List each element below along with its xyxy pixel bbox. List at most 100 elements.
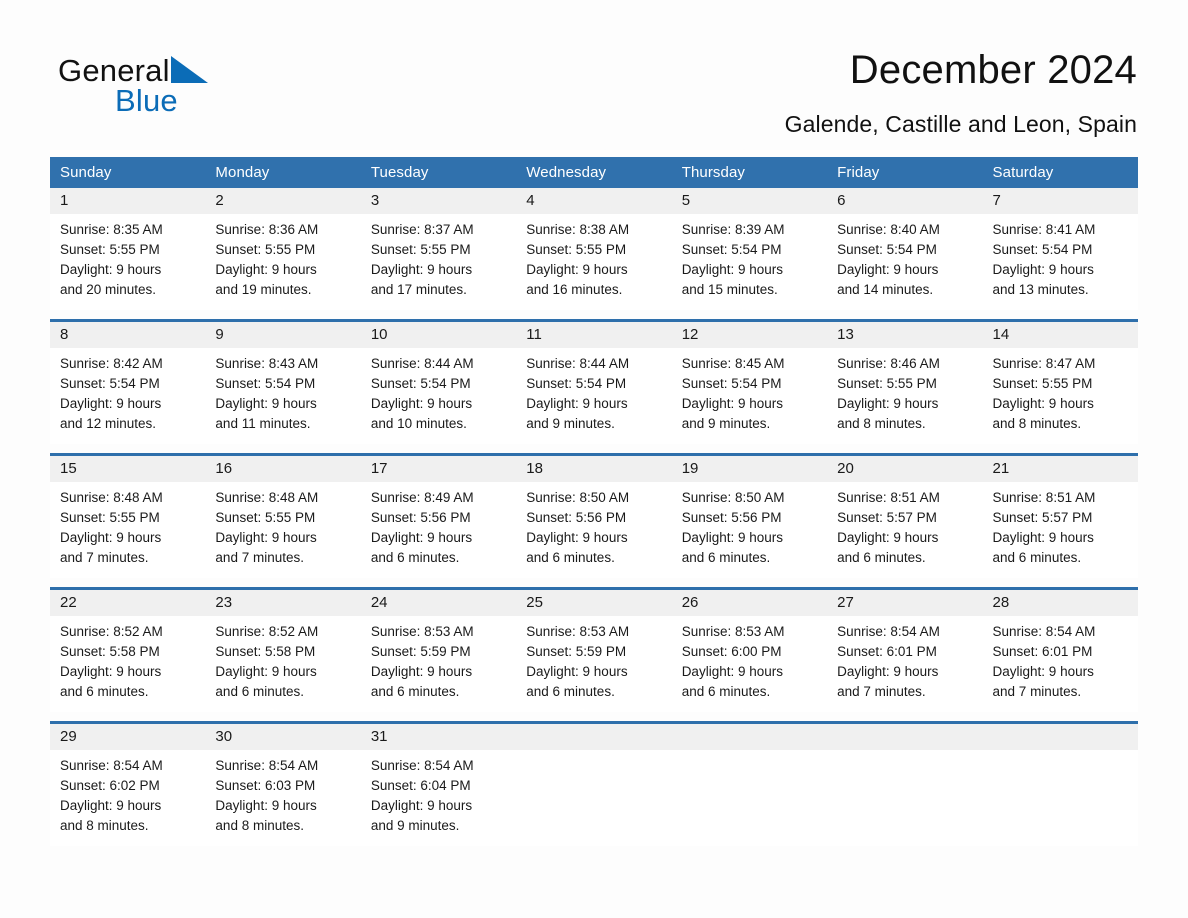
sunrise-text: Sunrise: 8:53 AM [526,624,630,639]
sunset-text: Sunset: 5:57 PM [837,510,937,525]
sunrise-text: Sunrise: 8:38 AM [526,222,630,237]
day-details: Sunrise: 8:54 AM Sunset: 6:02 PM Daylight:… [50,750,205,836]
day-number: 10 [360,322,517,348]
day-cell[interactable]: 22 Sunrise: 8:52 AM Sunset: 5:58 PM Dayligh… [50,590,206,712]
sunrise-text: Sunrise: 8:48 AM [215,490,319,505]
general-blue-logo[interactable]: General Blue [58,54,318,138]
day-cell[interactable]: 5 Sunrise: 8:39 AM Sunset: 5:54 PM Daylight… [671,188,828,310]
week-row: 15 Sunrise: 8:48 AM Sunset: 5:55 PM Dayligh… [50,453,1138,578]
day-cell[interactable]: 2 Sunrise: 8:36 AM Sunset: 5:55 PM Daylight… [205,188,361,310]
day-number: 29 [50,724,206,750]
day-cell[interactable]: 26 Sunrise: 8:53 AM Sunset: 6:00 PM Dayligh… [671,590,828,712]
day-details: Sunrise: 8:48 AM Sunset: 5:55 PM Daylight:… [50,482,205,568]
day-details: Sunrise: 8:42 AM Sunset: 5:54 PM Daylight:… [50,348,205,434]
sunset-text: Sunset: 6:00 PM [681,644,782,659]
day-cell[interactable]: 13 Sunrise: 8:46 AM Sunset: 5:55 PM Dayligh… [827,322,983,444]
day-cell[interactable]: 20 Sunrise: 8:51 AM Sunset: 5:57 PM Dayligh… [827,456,983,578]
weekday-saturday: Saturday [992,164,1054,181]
calendar-page: General Blue December 2024 Galende, Cast… [0,0,1188,918]
day-number: 11 [516,322,672,348]
sunset-text: Sunset: 5:56 PM [526,510,627,525]
day-number: 16 [205,456,361,482]
day-cell[interactable]: 3 Sunrise: 8:37 AM Sunset: 5:55 PM Daylight… [360,188,517,310]
sunrise-text: Sunrise: 8:44 AM [370,356,474,371]
day-cell[interactable]: 19 Sunrise: 8:50 AM Sunset: 5:56 PM Dayligh… [671,456,828,578]
day-number [827,724,983,750]
daylight-text-line1: Daylight: 9 hours [992,664,1094,679]
day-cell[interactable]: 1 Sunrise: 8:35 AM Sunset: 5:55 PM Daylight… [50,188,206,310]
sunrise-text: Sunrise: 8:53 AM [681,624,785,639]
day-details: Sunrise: 8:40 AM Sunset: 5:54 PM Daylight:… [827,214,982,300]
day-cell[interactable]: 11 Sunrise: 8:44 AM Sunset: 5:54 PM Dayligh… [516,322,672,444]
daylight-text-line1: Daylight: 9 hours [370,396,473,411]
day-details: Sunrise: 8:37 AM Sunset: 5:55 PM Daylight:… [361,214,516,300]
day-details: Sunrise: 8:51 AM Sunset: 5:57 PM Daylight:… [983,482,1138,568]
day-cell-empty [671,724,828,846]
day-number [671,724,828,750]
day-details: Sunrise: 8:54 AM Sunset: 6:04 PM Daylight:… [361,750,516,836]
daylight-text-line2: and 8 minutes. [837,416,926,431]
sunset-text: Sunset: 5:54 PM [370,376,471,391]
day-cell[interactable]: 30 Sunrise: 8:54 AM Sunset: 6:03 PM Dayligh… [205,724,361,846]
day-cell-empty [982,724,1138,846]
day-cell[interactable]: 4 Sunrise: 8:38 AM Sunset: 5:55 PM Daylight… [516,188,672,310]
day-cell[interactable]: 9 Sunrise: 8:43 AM Sunset: 5:54 PM Daylight… [205,322,361,444]
day-cell[interactable]: 6 Sunrise: 8:40 AM Sunset: 5:54 PM Daylight… [827,188,983,310]
day-details: Sunrise: 8:53 AM Sunset: 6:00 PM Daylight:… [672,616,827,702]
daylight-text-line1: Daylight: 9 hours [526,262,628,277]
day-cell[interactable]: 23 Sunrise: 8:52 AM Sunset: 5:58 PM Dayligh… [205,590,361,712]
day-cell[interactable]: 14 Sunrise: 8:47 AM Sunset: 5:55 PM Dayligh… [982,322,1138,444]
sunset-text: Sunset: 6:01 PM [837,644,937,659]
weekday-friday: Friday [837,164,880,181]
day-cell[interactable]: 8 Sunrise: 8:42 AM Sunset: 5:54 PM Daylight… [50,322,206,444]
day-number: 21 [982,456,1138,482]
daylight-text-line1: Daylight: 9 hours [681,396,783,411]
day-number: 30 [205,724,361,750]
day-cell[interactable]: 15 Sunrise: 8:48 AM Sunset: 5:55 PM Dayligh… [50,456,206,578]
daylight-text-line2: and 6 minutes. [837,550,926,565]
sunset-text: Sunset: 5:58 PM [60,644,160,659]
day-number: 4 [516,188,672,214]
day-cell[interactable]: 27 Sunrise: 8:54 AM Sunset: 6:01 PM Dayligh… [827,590,983,712]
weekday-header-row: Sunday Monday Tuesday Wednesday Thursday… [50,157,1138,188]
sunset-text: Sunset: 5:58 PM [215,644,316,659]
day-cell[interactable]: 31 Sunrise: 8:54 AM Sunset: 6:04 PM Dayligh… [360,724,517,846]
daylight-text-line2: and 8 minutes. [60,818,149,833]
day-details: Sunrise: 8:52 AM Sunset: 5:58 PM Daylight:… [50,616,205,702]
page-title: December 2024 [849,48,1137,92]
day-number: 9 [205,322,361,348]
day-cell[interactable]: 10 Sunrise: 8:44 AM Sunset: 5:54 PM Dayligh… [360,322,517,444]
triangle-logo-icon [170,56,208,83]
sunrise-text: Sunrise: 8:54 AM [837,624,940,639]
day-cell[interactable]: 12 Sunrise: 8:45 AM Sunset: 5:54 PM Dayligh… [671,322,828,444]
daylight-text-line1: Daylight: 9 hours [837,530,939,545]
day-details: Sunrise: 8:43 AM Sunset: 5:54 PM Daylight:… [205,348,360,434]
day-cell[interactable]: 18 Sunrise: 8:50 AM Sunset: 5:56 PM Dayligh… [516,456,672,578]
sunrise-text: Sunrise: 8:36 AM [215,222,319,237]
day-number: 7 [982,188,1138,214]
daylight-text-line2: and 6 minutes. [992,550,1082,565]
day-cell[interactable]: 17 Sunrise: 8:49 AM Sunset: 5:56 PM Dayligh… [360,456,517,578]
day-cell[interactable]: 7 Sunrise: 8:41 AM Sunset: 5:54 PM Daylight… [982,188,1138,310]
day-cell[interactable]: 24 Sunrise: 8:53 AM Sunset: 5:59 PM Dayligh… [360,590,517,712]
sunset-text: Sunset: 5:54 PM [681,242,782,257]
daylight-text-line1: Daylight: 9 hours [60,664,162,679]
sunrise-text: Sunrise: 8:43 AM [215,356,319,371]
sunrise-text: Sunrise: 8:42 AM [60,356,163,371]
day-cell[interactable]: 21 Sunrise: 8:51 AM Sunset: 5:57 PM Dayligh… [982,456,1138,578]
day-details: Sunrise: 8:44 AM Sunset: 5:54 PM Daylight:… [516,348,671,434]
day-cell[interactable]: 16 Sunrise: 8:48 AM Sunset: 5:55 PM Dayligh… [205,456,361,578]
sunset-text: Sunset: 5:55 PM [60,242,160,257]
day-cell[interactable]: 25 Sunrise: 8:53 AM Sunset: 5:59 PM Dayligh… [516,590,672,712]
weekday-wednesday: Wednesday [526,164,607,181]
sunrise-text: Sunrise: 8:52 AM [215,624,319,639]
day-cell[interactable]: 28 Sunrise: 8:54 AM Sunset: 6:01 PM Dayligh… [982,590,1138,712]
day-cell[interactable]: 29 Sunrise: 8:54 AM Sunset: 6:02 PM Dayligh… [50,724,206,846]
sunset-text: Sunset: 5:55 PM [370,242,471,257]
sunset-text: Sunset: 5:54 PM [526,376,627,391]
page-header: General Blue December 2024 Galende, Cast… [50,44,1137,148]
daylight-text-line1: Daylight: 9 hours [215,396,317,411]
daylight-text-line2: and 6 minutes. [215,684,304,699]
day-number: 19 [671,456,828,482]
daylight-text-line2: and 14 minutes. [837,282,934,297]
